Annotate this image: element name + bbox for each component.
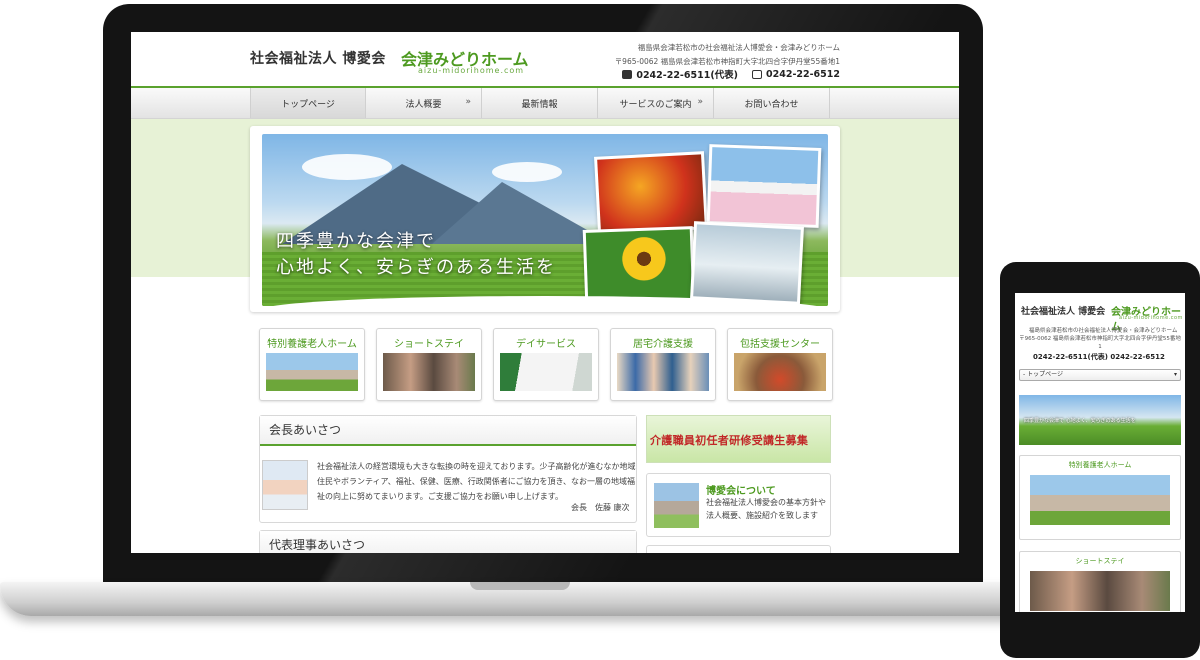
chevron-right-icon: » [465, 97, 471, 107]
main-nav: トップページ 法人概要 » 最新情報 サービスのご案内 » お問い合わせ [250, 88, 830, 118]
tile-photo [1030, 475, 1170, 525]
site-domain: aizu-midorihome.com [418, 66, 525, 75]
hero-caption: 四季豊かな会津で 心地よく、安らぎのある生活を [276, 229, 556, 281]
tile-photo [500, 353, 592, 391]
swan-photo [690, 221, 804, 305]
tile-title: デイサービス [516, 339, 576, 350]
nav-label: 法人概要 [405, 99, 442, 110]
nav-item-services[interactable]: サービスのご案内 » [598, 88, 714, 118]
greeting-signature: 会長 佐藤 康次 [571, 503, 630, 512]
facility-photo [654, 483, 699, 528]
nav-label: サービスのご案内 [619, 99, 692, 110]
nav-item-news[interactable]: 最新情報 [482, 88, 598, 118]
autumn-leaves-photo [594, 151, 708, 235]
phone-screen: 社会福祉法人 博愛会 会津みどりホーム aizu-midorihome.com … [1015, 293, 1185, 612]
tile-title: ショートステイ [394, 339, 464, 350]
tile-nursing-home[interactable]: 特別養護老人ホーム [1019, 455, 1181, 540]
tile-short-stay[interactable]: ショートステイ [1019, 551, 1181, 612]
tile-title: 特別養護老人ホーム [267, 339, 357, 350]
tile-photo [734, 353, 826, 391]
tile-home-care-support[interactable]: 居宅介護支援 [610, 328, 716, 401]
service-tiles: 特別養護老人ホーム ショートステイ デイサービス 居宅介護支援 包括支援センター [259, 328, 833, 401]
site-header: 社会福祉法人 博愛会 会津みどりホーム aizu-midorihome.com … [131, 32, 959, 86]
tile-day-service[interactable]: デイサービス [493, 328, 599, 401]
tile-photo [383, 353, 475, 391]
recruit-banner-text[interactable]: 介護職員初任者研修受講生募集 [650, 432, 808, 448]
chevron-down-icon: ▾ [1173, 371, 1177, 378]
sunflower-photo [582, 226, 696, 306]
nav-label: トップページ [281, 99, 335, 110]
nav-label: 最新情報 [521, 99, 558, 110]
tile-nursing-home[interactable]: 特別養護老人ホーム [259, 328, 365, 401]
hero-caption: 四季豊かな会津で 心地よく、安らぎのある生活を [1024, 418, 1136, 424]
nav-label: お問い合わせ [744, 99, 799, 110]
header-contact: 0242-22-6511(代表) 0242-22-6512 [622, 67, 840, 81]
nav-item-top[interactable]: トップページ [250, 88, 366, 118]
phone-icon [622, 69, 633, 79]
org-name: 社会福祉法人 博愛会 [250, 51, 386, 67]
about-text: 社会福祉法人博愛会の基本方針や法人概要、施設紹介を致します [706, 498, 826, 520]
tile-photo [266, 353, 358, 391]
nav-item-contact[interactable]: お問い合わせ [714, 88, 830, 118]
fax-icon [752, 69, 762, 79]
tile-photo [617, 353, 709, 391]
chairman-photo [262, 460, 308, 510]
tile-photo [1030, 571, 1170, 611]
tile-short-stay[interactable]: ショートステイ [376, 328, 482, 401]
nav-item-about[interactable]: 法人概要 » [366, 88, 482, 118]
representative-greeting-section: 代表理事あいさつ [259, 530, 637, 553]
sidebar-card[interactable] [646, 545, 831, 553]
greeting-text: 社会福祉法人の経営環境も大きな転換の時を迎えております。少子高齢化が進むなか地域… [317, 462, 636, 501]
hero-image: 四季豊かな会津で 心地よく、安らぎのある生活を [1019, 395, 1181, 445]
header-address: 〒965-0062 福島県会津若松市神指町大字北四合字伊丹堂55番地1 [1019, 336, 1181, 350]
nav-select[interactable]: - トップページ ▾ [1019, 369, 1181, 381]
laptop-notch [470, 582, 570, 590]
tile-title: 居宅介護支援 [633, 339, 693, 350]
header-description: 福島県会津若松市の社会福祉法人博愛会・会津みどりホーム [637, 43, 840, 52]
about-title[interactable]: 博愛会について [706, 482, 776, 497]
header-contact[interactable]: 0242-22-6511(代表) 0242-22-6512 [1033, 352, 1165, 362]
header-address: 〒965-0062 福島県会津若松市神指町大字北四合字伊丹堂55番地1 [614, 57, 840, 66]
phone-number[interactable]: 0242-22-6511(代表) [636, 67, 738, 81]
section-title: 会長あいさつ [260, 416, 636, 446]
laptop-screen: 社会福祉法人 博愛会 会津みどりホーム aizu-midorihome.com … [131, 32, 959, 553]
site-domain: aizu-midorihome.com [1119, 315, 1183, 321]
section-title: 代表理事あいさつ [260, 531, 636, 553]
tile-support-center[interactable]: 包括支援センター [727, 328, 833, 401]
tile-title: 特別養護老人ホーム [1068, 461, 1132, 469]
tile-title: ショートステイ [1075, 557, 1125, 565]
fax-number: 0242-22-6512 [766, 68, 840, 80]
hero-caption-line1: 四季豊かな会津で [276, 231, 436, 252]
chevron-right-icon: » [697, 97, 703, 107]
header-description: 福島県会津若松市の社会福祉法人博愛会・会津みどりホーム [1029, 328, 1178, 334]
castle-photo [706, 144, 822, 228]
org-name: 社会福祉法人 博愛会 [1021, 307, 1106, 317]
hero-caption-line2: 心地よく、安らぎのある生活を [276, 257, 556, 278]
nav-select-value: - トップページ [1023, 371, 1063, 378]
hero-image: 四季豊かな会津で 心地よく、安らぎのある生活を [262, 134, 828, 306]
tile-title: 包括支援センター [740, 339, 820, 350]
